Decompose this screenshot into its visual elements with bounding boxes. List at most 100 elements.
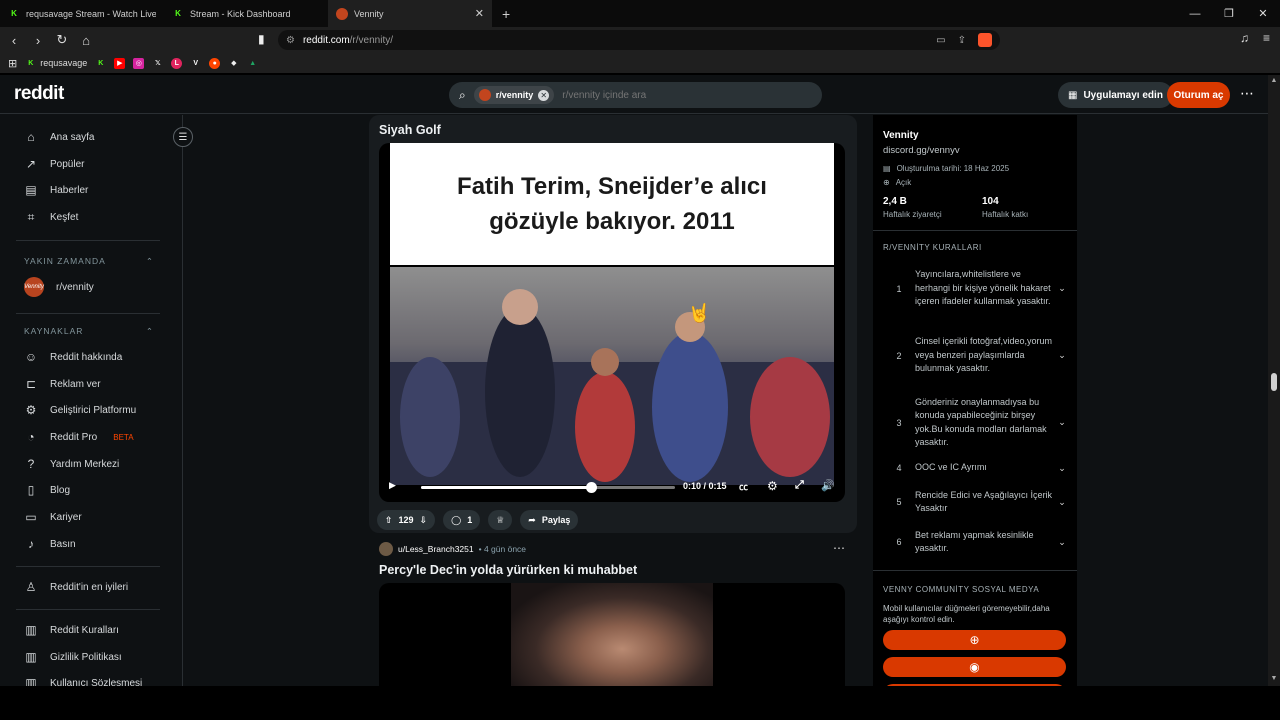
bookmark-requsavage[interactable]: K requsavage bbox=[25, 58, 87, 69]
share-icon[interactable]: ⇪ bbox=[958, 35, 966, 46]
sidebar-item-careers[interactable]: ▭ Kariyer bbox=[24, 507, 81, 527]
rule-item[interactable]: 5 Rencide Edici ve Aşağılayıcı İçerik Ya… bbox=[883, 487, 1069, 517]
sidebar-item-rules[interactable]: ▥ Reddit Kuralları bbox=[24, 620, 119, 640]
brave-shields-icon[interactable] bbox=[978, 33, 992, 47]
scrollbar-thumb[interactable] bbox=[1271, 373, 1277, 391]
discord-icon: ◉ bbox=[969, 660, 980, 674]
reddit-logo[interactable]: reddit bbox=[14, 83, 64, 105]
x-icon[interactable]: 𝕏 bbox=[152, 58, 163, 69]
video-progress-knob[interactable] bbox=[586, 482, 598, 493]
post-title[interactable]: Siyah Golf bbox=[379, 123, 441, 137]
video-player[interactable]: Fatih Terim, Sneijder’e alıcı gözüyle bak… bbox=[379, 143, 845, 502]
tab-vennity[interactable]: Vennity ✕ bbox=[328, 0, 492, 27]
settings-icon[interactable]: ⚙ bbox=[767, 479, 778, 493]
play-icon[interactable]: ▶ bbox=[389, 480, 396, 491]
downvote-icon[interactable]: ⇩ bbox=[420, 515, 428, 526]
sidebar-item-popular[interactable]: ↗ Popüler bbox=[24, 154, 85, 174]
volume-icon[interactable]: 🔊 bbox=[821, 479, 835, 492]
vote-count: 129 bbox=[398, 515, 414, 525]
forward-icon[interactable]: › bbox=[28, 30, 48, 50]
more-options-icon[interactable]: ⋯ bbox=[1240, 85, 1254, 102]
url-field[interactable]: ⚙ reddit.com/r/vennity/ ▭ ⇪ bbox=[278, 30, 1000, 50]
sidebar-item-vennity[interactable]: Vennity r/vennity bbox=[24, 277, 94, 297]
tab-title: Stream - Kick Dashboard bbox=[190, 8, 291, 19]
rule-item[interactable]: 6 Bet reklamı yapmak kesinlikle yasaktır… bbox=[883, 527, 1069, 557]
captions-icon[interactable]: ㏄ bbox=[739, 480, 748, 493]
reload-icon[interactable]: ↻ bbox=[52, 30, 72, 50]
get-app-button[interactable]: ▦ Uygulamayı edin bbox=[1058, 82, 1173, 108]
sidebar-item-privacy[interactable]: ▥ Gizlilik Politikası bbox=[24, 647, 121, 667]
sidebar-item-about[interactable]: ☺ Reddit hakkında bbox=[24, 347, 122, 367]
sidebar-item-press[interactable]: ♪ Basın bbox=[24, 534, 76, 554]
back-icon[interactable]: ‹ bbox=[4, 30, 24, 50]
post-options-icon[interactable]: ⋯ bbox=[833, 541, 845, 555]
reddit-icon[interactable]: ● bbox=[209, 57, 221, 69]
search-input[interactable] bbox=[562, 89, 783, 101]
video-progress-bar[interactable] bbox=[421, 482, 675, 493]
resources-heading[interactable]: KAYNAKLAR ⌃ bbox=[24, 326, 154, 337]
clear-chip-icon[interactable]: ✕ bbox=[538, 89, 550, 101]
instagram-icon[interactable]: ◎ bbox=[133, 57, 145, 69]
diamond-icon[interactable]: ◆ bbox=[228, 58, 239, 69]
sidebar-item-blog[interactable]: ▯ Blog bbox=[24, 480, 70, 500]
share-button[interactable]: ➦ Paylaş bbox=[520, 510, 579, 530]
rule-item[interactable]: 4 OOC ve IC Ayrımı ⌄ bbox=[883, 460, 1069, 476]
youtube-icon[interactable]: ▶ bbox=[114, 57, 126, 69]
site-info-icon[interactable]: ⚙ bbox=[286, 35, 295, 46]
sidebar-item-label: Keşfet bbox=[50, 211, 79, 223]
fullscreen-icon[interactable]: ⤢ bbox=[795, 479, 804, 492]
pro-icon: ◔ bbox=[27, 430, 35, 444]
kick-icon[interactable]: K bbox=[95, 58, 106, 69]
search-bar[interactable]: ⌕ r/vennity ✕ bbox=[449, 82, 822, 108]
post-title[interactable]: Percy'le Dec'in yolda yürürken ki muhabb… bbox=[379, 563, 637, 577]
post-author[interactable]: u/Less_Branch3251 bbox=[398, 544, 474, 554]
user-avatar[interactable] bbox=[379, 542, 393, 556]
post-card[interactable]: u/Less_Branch3251 • 4 gün önce ⋯ Percy'l… bbox=[369, 539, 857, 686]
close-window-icon[interactable]: ✕ bbox=[1246, 0, 1280, 27]
recent-heading[interactable]: YAKIN ZAMANDA ⌃ bbox=[24, 256, 154, 267]
sidebar-item-help[interactable]: ? Yardım Merkezi bbox=[24, 454, 120, 474]
url-actions: ▭ ⇪ bbox=[936, 30, 992, 50]
v-icon[interactable]: V bbox=[190, 58, 201, 69]
sidebar-item-label: Haberler bbox=[50, 184, 89, 196]
restore-icon[interactable]: ❐ bbox=[1212, 0, 1246, 27]
menu-icon[interactable]: ≡ bbox=[1263, 31, 1270, 45]
letterboxd-icon[interactable]: L bbox=[171, 57, 183, 69]
media-icon[interactable]: ♫ bbox=[1240, 31, 1249, 45]
rule-item[interactable]: 3 Gönderiniz onaylanmadıysa bu konuda ya… bbox=[883, 395, 1069, 450]
award-button[interactable]: ♕ bbox=[488, 510, 513, 530]
tab-kick-dashboard[interactable]: K Stream - Kick Dashboard bbox=[164, 0, 328, 27]
home-icon[interactable]: ⌂ bbox=[76, 30, 96, 50]
sidebar-item-pro[interactable]: ◔ Reddit Pro BETA bbox=[24, 427, 133, 447]
sidebar-item-developer[interactable]: ⚙ Geliştirici Platformu bbox=[24, 400, 137, 420]
rule-item[interactable]: 1 Yayıncılara,whitelistlere ve herhangi … bbox=[883, 261, 1069, 316]
upvote-icon[interactable]: ⇧ bbox=[385, 515, 393, 526]
drive-icon[interactable]: ▲ bbox=[247, 58, 258, 69]
collapse-sidebar-button[interactable]: ☰ bbox=[173, 127, 193, 147]
rule-item[interactable]: 2 Cinsel içerikli fotoğraf,video,yorum v… bbox=[883, 328, 1069, 383]
close-tab-icon[interactable]: ✕ bbox=[475, 7, 484, 20]
sidebar-item-explore[interactable]: ⌗ Keşfet bbox=[24, 207, 79, 227]
sidebar-item-home[interactable]: ⌂ Ana sayfa bbox=[24, 127, 94, 147]
cast-icon[interactable]: ▭ bbox=[936, 35, 945, 46]
login-button[interactable]: Oturum aç bbox=[1167, 82, 1230, 108]
website-button[interactable]: ⊕ bbox=[883, 630, 1066, 650]
page-scrollbar[interactable]: ▲ ▼ bbox=[1268, 75, 1280, 686]
new-tab-button[interactable]: + bbox=[502, 6, 510, 22]
post-image[interactable] bbox=[379, 583, 845, 686]
post-card[interactable]: Siyah Golf Fatih Terim, Sneijder’e alıcı… bbox=[369, 115, 857, 533]
sidebar-item-news[interactable]: ▤ Haberler bbox=[24, 180, 88, 200]
subreddit-chip[interactable]: r/vennity ✕ bbox=[473, 86, 555, 104]
sidebar-item-advertise[interactable]: ⊏ Reklam ver bbox=[24, 374, 101, 394]
minimize-icon[interactable]: — bbox=[1178, 0, 1212, 27]
comments-button[interactable]: ◯ 1 bbox=[443, 510, 481, 530]
sidebar-item-agreement[interactable]: ▥ Kullanıcı Sözleşmesi bbox=[24, 673, 142, 686]
tab-kick-stream[interactable]: K requsavage Stream - Watch Live on Kick bbox=[0, 0, 164, 27]
sidebar-item-best[interactable]: ♙ Reddit'in en iyileri bbox=[24, 577, 128, 597]
scroll-up-icon[interactable]: ▲ bbox=[1268, 77, 1280, 84]
discord-button[interactable]: ◉ bbox=[883, 657, 1066, 677]
chevron-down-icon: ⌄ bbox=[1058, 462, 1066, 473]
apps-icon[interactable]: ⊞ bbox=[8, 57, 17, 70]
scroll-down-icon[interactable]: ▼ bbox=[1268, 675, 1280, 682]
bookmark-icon[interactable]: ▮ bbox=[258, 32, 265, 46]
